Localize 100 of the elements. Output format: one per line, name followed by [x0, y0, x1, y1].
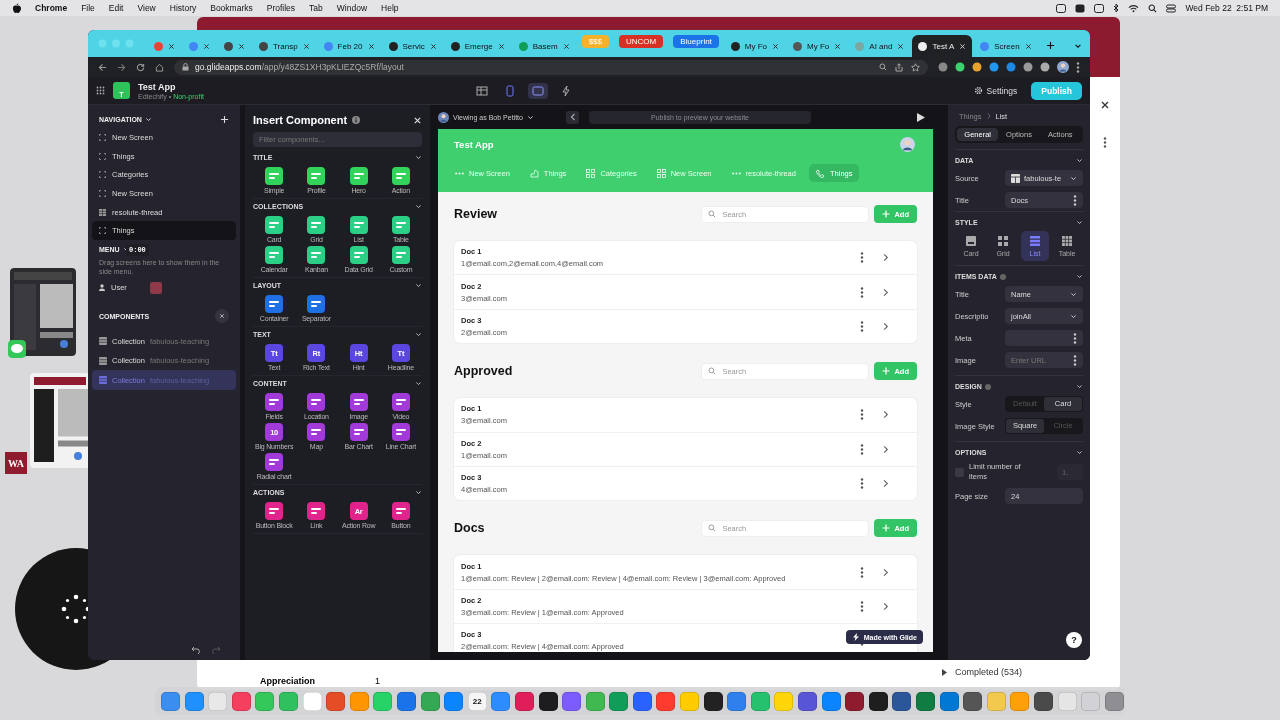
- app-icon[interactable]: WA: [5, 452, 27, 474]
- component-icon[interactable]: [391, 502, 410, 520]
- wifi-icon[interactable]: [1128, 3, 1140, 13]
- app-icon[interactable]: [845, 691, 865, 711]
- chevron-down-icon[interactable]: [415, 331, 422, 338]
- close-icon[interactable]: [1100, 100, 1110, 110]
- chevron-right-icon[interactable]: [882, 321, 889, 331]
- star-icon[interactable]: [911, 62, 920, 72]
- app-icon[interactable]: 22: [467, 691, 487, 711]
- browser-tab[interactable]: Emerge: [444, 35, 511, 57]
- component-icon[interactable]: [307, 502, 326, 520]
- bluetooth-icon[interactable]: [1113, 3, 1120, 13]
- status-icon[interactable]: [1056, 3, 1067, 13]
- chevron-down-icon[interactable]: [415, 282, 422, 289]
- component-icon[interactable]: [391, 167, 410, 185]
- menu-item[interactable]: View: [137, 3, 156, 13]
- browser-tab[interactable]: AI and: [849, 35, 911, 57]
- chevron-down-icon[interactable]: [1076, 383, 1083, 390]
- menu-item[interactable]: File: [81, 3, 95, 13]
- info-icon[interactable]: [352, 116, 361, 124]
- add-icon[interactable]: [220, 115, 229, 124]
- chevron-down-icon[interactable]: [1076, 157, 1083, 164]
- play-icon[interactable]: [917, 112, 925, 122]
- more-icon[interactable]: [860, 286, 864, 298]
- new-tab-icon[interactable]: [1045, 41, 1055, 50]
- close-icon[interactable]: [772, 42, 780, 50]
- component-icon[interactable]: [307, 393, 326, 411]
- tablet-view-button[interactable]: [527, 82, 548, 99]
- component-icon[interactable]: [265, 295, 284, 313]
- back-icon[interactable]: [98, 62, 107, 72]
- component-icon[interactable]: [307, 423, 326, 441]
- component-icon[interactable]: [265, 216, 284, 234]
- more-icon[interactable]: [860, 600, 864, 612]
- more-icon[interactable]: [860, 566, 864, 578]
- component-icon[interactable]: [307, 246, 326, 264]
- chevron-down-icon[interactable]: [144, 116, 152, 123]
- close-button[interactable]: [215, 309, 229, 324]
- chevron-down-icon[interactable]: [415, 380, 422, 387]
- component-icon[interactable]: [349, 393, 368, 411]
- component-icon[interactable]: [391, 423, 410, 441]
- component-icon[interactable]: [307, 295, 326, 313]
- more-icon[interactable]: [1103, 137, 1107, 148]
- close-icon[interactable]: [367, 42, 375, 50]
- close-icon[interactable]: [897, 42, 905, 50]
- component-icon[interactable]: [391, 216, 410, 234]
- app-icon[interactable]: [1033, 691, 1053, 711]
- more-icon[interactable]: [860, 478, 864, 490]
- menu-item[interactable]: History: [169, 3, 197, 13]
- apple-logo-icon[interactable]: [12, 3, 21, 13]
- browser-tab[interactable]: Basem: [512, 35, 576, 57]
- menu-item[interactable]: Tab: [309, 3, 323, 13]
- component-icon[interactable]: [349, 423, 368, 441]
- close-icon[interactable]: [168, 42, 175, 50]
- component-icon[interactable]: [265, 393, 284, 411]
- more-icon[interactable]: [860, 320, 864, 332]
- browser-tab[interactable]: Feb 20: [317, 35, 381, 57]
- component-icon[interactable]: [349, 216, 368, 234]
- control-center-icon[interactable]: [1166, 3, 1177, 13]
- chevron-right-icon[interactable]: [882, 444, 889, 454]
- browser-tab[interactable]: Screen: [974, 35, 1038, 57]
- component-icon[interactable]: [265, 502, 284, 520]
- menu-item[interactable]: Edit: [108, 3, 124, 13]
- reload-icon[interactable]: [136, 62, 145, 72]
- app-menu[interactable]: Chrome: [35, 3, 68, 13]
- help-button[interactable]: ?: [1066, 632, 1082, 648]
- app-icon[interactable]: [538, 691, 558, 711]
- apps-grid-icon[interactable]: [96, 86, 105, 95]
- component-icon[interactable]: [349, 167, 368, 185]
- component-icon[interactable]: [265, 453, 284, 471]
- messages-app-icon[interactable]: [8, 340, 26, 358]
- caret-right-icon[interactable]: [942, 668, 947, 676]
- more-icon[interactable]: [860, 252, 864, 264]
- chevron-right-icon[interactable]: [882, 253, 889, 263]
- more-icon[interactable]: [1076, 61, 1080, 73]
- chevron-down-icon[interactable]: [1070, 312, 1077, 320]
- chevron-down-icon[interactable]: [1074, 42, 1082, 50]
- status-icon[interactable]: [1094, 3, 1105, 13]
- chevron-right-icon[interactable]: [882, 601, 889, 611]
- browser-tab[interactable]: Test A: [912, 35, 973, 57]
- chevron-down-icon[interactable]: [526, 113, 534, 121]
- more-icon[interactable]: [1073, 332, 1077, 344]
- close-icon[interactable]: [497, 42, 505, 50]
- close-icon[interactable]: [1024, 42, 1032, 50]
- more-icon[interactable]: [860, 443, 864, 455]
- app-icon[interactable]: [868, 691, 888, 711]
- chevron-down-icon[interactable]: [415, 489, 422, 496]
- more-icon[interactable]: [860, 409, 864, 421]
- more-icon[interactable]: [1073, 354, 1077, 366]
- checkbox[interactable]: [955, 467, 964, 477]
- chevron-down-icon[interactable]: [1076, 449, 1083, 456]
- component-icon[interactable]: [391, 246, 410, 264]
- component-icon[interactable]: [307, 167, 326, 185]
- forward-icon[interactable]: [117, 62, 126, 72]
- chevron-down-icon[interactable]: [1076, 273, 1083, 280]
- chevron-down-icon[interactable]: [1076, 219, 1083, 226]
- input-field[interactable]: [1005, 330, 1083, 346]
- menu-item[interactable]: Window: [336, 3, 368, 13]
- close-icon[interactable]: [203, 42, 210, 50]
- address-bar[interactable]: go.glideapps.com/app/y48ZS1XH3pKLIEZQc5Rf/layout: [174, 59, 928, 75]
- share-icon[interactable]: [895, 62, 903, 72]
